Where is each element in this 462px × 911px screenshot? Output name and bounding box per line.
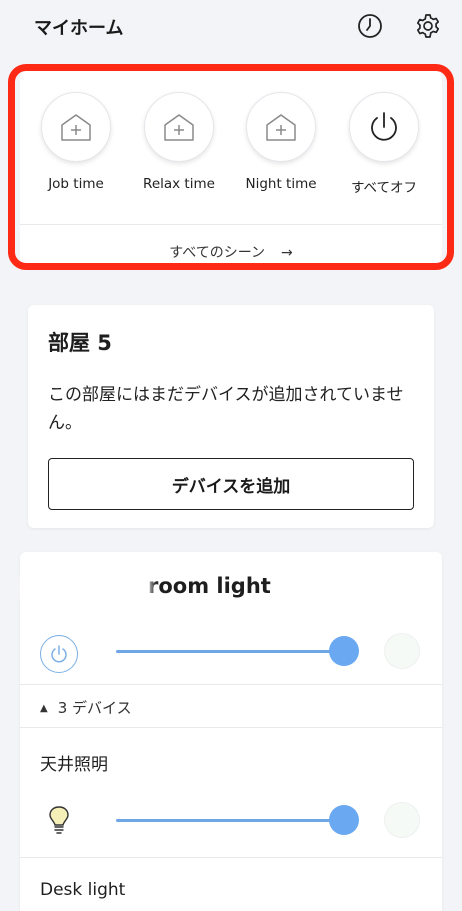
power-icon	[51, 645, 67, 663]
divider	[20, 684, 442, 685]
device-count-toggle[interactable]: ▲ 3 デバイス	[40, 697, 132, 718]
clock-icon[interactable]	[356, 12, 384, 40]
app-header: マイホーム	[0, 0, 462, 56]
group-brightness-slider[interactable]	[116, 650, 346, 653]
group-brightness-thumb[interactable]	[329, 636, 359, 666]
device-count-label: 3 デバイス	[57, 699, 132, 717]
device-name: 天井照明	[40, 755, 108, 775]
divider	[20, 857, 442, 858]
light-group-card: room light ▲ 3 デバイス 天井照明 Desk light	[20, 552, 442, 911]
device-name: Desk light	[40, 880, 126, 900]
group-power-toggle[interactable]	[40, 635, 78, 673]
group-name: room light	[148, 574, 271, 598]
device-color-button[interactable]	[384, 802, 420, 838]
group-color-button[interactable]	[384, 633, 420, 669]
highlight-annotation	[8, 64, 454, 270]
gear-icon[interactable]	[414, 12, 442, 40]
bulb-icon	[49, 806, 69, 834]
page-title: マイホーム	[34, 18, 124, 39]
add-device-button[interactable]: デバイスを追加	[48, 458, 414, 510]
redaction-mask	[26, 564, 146, 612]
room-title: 部屋 5	[48, 331, 112, 355]
device-brightness-thumb[interactable]	[329, 805, 359, 835]
empty-room-message: この部屋にはまだデバイスが追加されていません。	[48, 385, 404, 433]
caret-up-icon: ▲	[40, 703, 48, 714]
room-card: 部屋 5 この部屋にはまだデバイスが追加されていません。 デバイスを追加	[28, 305, 434, 528]
device-brightness-slider[interactable]	[116, 819, 346, 822]
divider	[20, 727, 442, 728]
